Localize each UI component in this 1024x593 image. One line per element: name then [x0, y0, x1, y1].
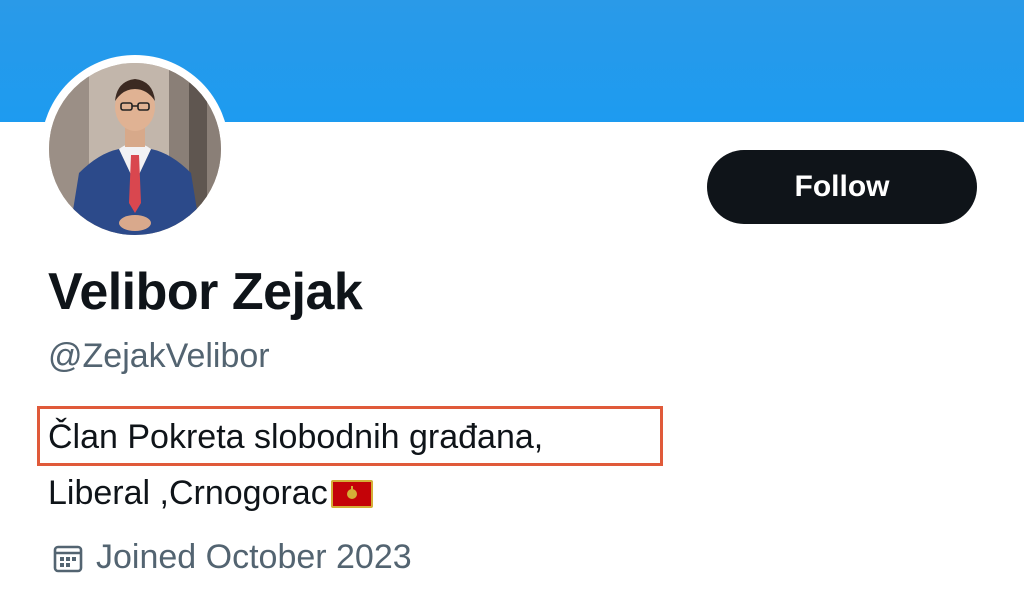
- highlight-box: [37, 406, 663, 466]
- joined-text: Joined October 2023: [96, 538, 412, 576]
- avatar[interactable]: [49, 63, 221, 235]
- follow-button[interactable]: Follow: [707, 150, 977, 224]
- montenegro-flag-icon: [330, 479, 373, 508]
- joined-date: Joined October 2023: [52, 538, 412, 577]
- bio-line-2-text: Liberal ,Crnogorac: [48, 474, 328, 512]
- bio-line-2: Liberal ,Crnogorac: [48, 474, 373, 513]
- display-name: Velibor Zejak: [48, 263, 363, 321]
- profile-page: Follow Velibor Zejak @ZejakVelibor Član …: [0, 0, 1024, 593]
- calendar-icon: [53, 545, 83, 572]
- user-handle[interactable]: @ZejakVelibor: [48, 337, 270, 376]
- avatar-ring: [41, 55, 229, 243]
